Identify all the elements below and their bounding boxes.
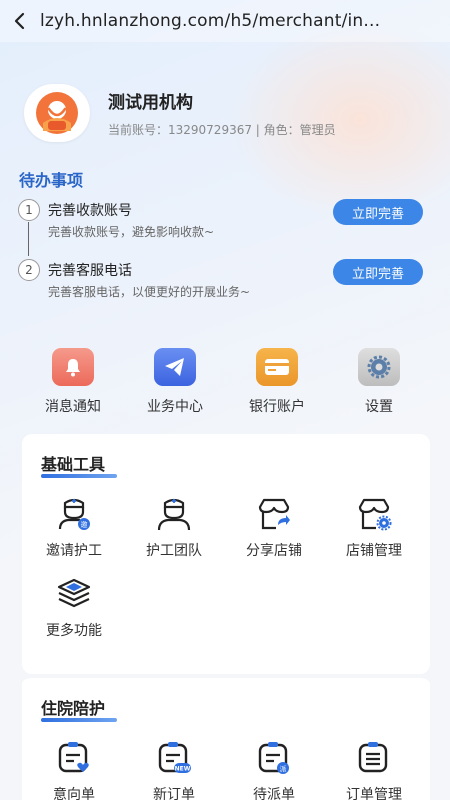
back-arrow-icon[interactable]: [0, 0, 40, 42]
quick-item-notifications[interactable]: 消息通知: [22, 348, 124, 420]
quick-entry-row: 消息通知 业务中心 银行账户 设置: [22, 348, 430, 420]
invite-badge-text: 邀: [81, 520, 88, 529]
quick-item-settings[interactable]: 设置: [328, 348, 430, 420]
browser-address-bar: lzyh.hnlanzhong.com/h5/merchant/in...: [0, 0, 450, 42]
merchant-profile: 测试用机构 当前账号：13290729367 | 角色：管理员: [24, 84, 336, 142]
quick-item-label: 消息通知: [45, 399, 101, 415]
page-url[interactable]: lzyh.hnlanzhong.com/h5/merchant/in...: [40, 11, 380, 31]
todo-item-description: 完善客服电话，以便更好的开展业务~: [48, 285, 251, 299]
tool-order-manage[interactable]: 订单管理: [326, 740, 422, 800]
new-order-icon: NEW: [156, 740, 192, 776]
layers-icon: [56, 576, 92, 612]
tool-label: 店铺管理: [346, 543, 402, 559]
todo-item-description: 完善收款账号，避免影响收款~: [48, 225, 215, 239]
nurse-team-icon: [156, 496, 192, 532]
tool-more-features[interactable]: 更多功能: [26, 576, 122, 656]
bell-icon: [52, 348, 94, 386]
account-info: 当前账号：13290729367 | 角色：管理员: [108, 123, 336, 137]
tool-store-manage[interactable]: 店铺管理: [326, 496, 422, 576]
order-manage-icon: [356, 740, 392, 776]
todo-item-title: 完善客服电话: [48, 263, 132, 279]
store-manage-icon: [356, 496, 392, 532]
complete-service-phone-button[interactable]: 立即完善: [333, 259, 423, 285]
dispatch-badge-text: 派: [280, 765, 287, 773]
quick-item-bank-account[interactable]: 银行账户: [226, 348, 328, 420]
title-underline: [41, 718, 117, 722]
quick-item-label: 业务中心: [147, 399, 203, 415]
invite-nurse-icon: 邀: [56, 496, 92, 532]
card-title: 基础工具: [41, 455, 106, 474]
tool-label: 待派单: [253, 787, 295, 800]
share-store-icon: [256, 496, 292, 532]
tools-grid: 邀 邀请护工 护工团队 分享店铺 店铺管理 更多功能: [22, 496, 430, 656]
tool-label: 更多功能: [46, 623, 102, 639]
tool-pending-dispatch[interactable]: 派 待派单: [226, 740, 322, 800]
quick-item-business-center[interactable]: 业务中心: [124, 348, 226, 420]
new-badge-text: NEW: [175, 766, 191, 773]
quick-item-label: 设置: [365, 399, 393, 415]
tool-nurse-team[interactable]: 护工团队: [126, 496, 222, 576]
avatar: [24, 84, 90, 142]
complete-payment-account-button[interactable]: 立即完善: [333, 199, 423, 225]
quick-item-label: 银行账户: [249, 399, 305, 415]
tool-label: 护工团队: [146, 543, 202, 559]
paper-plane-icon: [154, 348, 196, 386]
todo-item-service-phone: 2 完善客服电话 完善客服电话，以便更好的开展业务~ 立即完善: [16, 259, 426, 309]
tool-share-store[interactable]: 分享店铺: [226, 496, 322, 576]
pending-dispatch-icon: 派: [256, 740, 292, 776]
tool-label: 订单管理: [346, 787, 402, 800]
hospital-tools-grid: 意向单 NEW 新订单 派 待派单 订单管理: [22, 740, 430, 800]
todo-section-title: 待办事项: [19, 171, 84, 190]
todo-step-number: 2: [18, 259, 40, 281]
tool-label: 邀请护工: [46, 543, 102, 559]
intent-order-icon: [56, 740, 92, 776]
tool-label: 意向单: [53, 787, 95, 800]
organization-name: 测试用机构: [108, 93, 193, 113]
title-underline: [41, 474, 117, 478]
todo-step-number: 1: [18, 199, 40, 221]
merchant-home-page: lzyh.hnlanzhong.com/h5/merchant/in... 测试…: [0, 0, 450, 800]
tool-label: 分享店铺: [246, 543, 302, 559]
mascot-logo-icon: [36, 92, 78, 134]
tool-invite-nurse[interactable]: 邀 邀请护工: [26, 496, 122, 576]
tool-new-order[interactable]: NEW 新订单: [126, 740, 222, 800]
tool-label: 新订单: [153, 787, 195, 800]
gear-icon: [358, 348, 400, 386]
todo-item-title: 完善收款账号: [48, 203, 132, 219]
hospital-escort-card: 住院陪护 意向单 NEW 新订单 派 待派单 订单管理: [22, 674, 430, 800]
bank-card-icon: [256, 348, 298, 386]
tool-intent-order[interactable]: 意向单: [26, 740, 122, 800]
todo-item-payment-account: 1 完善收款账号 完善收款账号，避免影响收款~ 立即完善: [16, 199, 426, 249]
basic-tools-card: 基础工具 邀 邀请护工 护工团队 分享店铺 店铺管理 更多功能: [22, 434, 430, 674]
card-title: 住院陪护: [41, 699, 106, 718]
